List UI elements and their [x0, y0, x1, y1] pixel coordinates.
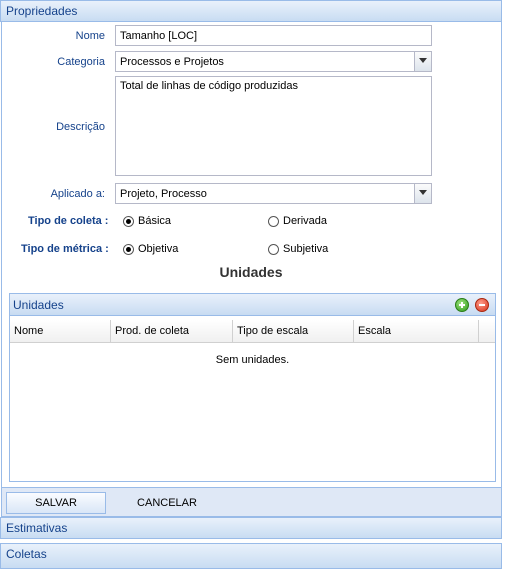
categoria-select[interactable]: Processos e Projetos — [115, 51, 432, 72]
remove-icon[interactable] — [475, 298, 489, 312]
aplicado-value: Projeto, Processo — [120, 188, 207, 200]
accordion-coletas[interactable]: Coletas — [0, 543, 502, 569]
radio-derivada-label: Derivada — [283, 215, 328, 227]
save-button[interactable]: SALVAR — [6, 492, 106, 514]
unidades-grid-header: Unidades — [10, 294, 495, 316]
chevron-down-icon[interactable] — [414, 184, 431, 203]
panel-header-propriedades[interactable]: Propriedades — [0, 0, 502, 22]
unidades-section-title: Unidades — [219, 264, 283, 280]
empty-grid-message: Sem unidades. — [215, 354, 290, 366]
radio-objetiva-label: Objetiva — [138, 243, 179, 255]
aplicado-label: Aplicado a: — [50, 188, 105, 200]
radio-basica-label: Básica — [138, 215, 172, 227]
nome-label: Nome — [75, 30, 105, 42]
column-header-nome[interactable]: Nome — [10, 320, 111, 342]
grid-column-headers: Nome Prod. de coleta Tipo de escala Esca… — [10, 320, 495, 343]
radio-objetiva[interactable]: Objetiva — [123, 243, 178, 255]
categoria-label: Categoria — [57, 56, 105, 68]
unidades-grid-panel: Unidades Nome Prod. de coleta Tipo de es… — [9, 293, 496, 482]
radio-unchecked-icon[interactable] — [268, 243, 279, 255]
aplicado-select[interactable]: Projeto, Processo — [115, 183, 432, 204]
tipo-metrica-label: Tipo de métrica : — [21, 243, 109, 255]
button-bar: SALVAR CANCELAR — [1, 487, 502, 517]
cancel-button[interactable]: CANCELAR — [117, 492, 217, 514]
radio-unchecked-icon[interactable] — [268, 215, 279, 227]
chevron-down-icon[interactable] — [414, 52, 431, 71]
radio-derivada[interactable]: Derivada — [268, 215, 327, 227]
unidades-grid-title: Unidades — [13, 298, 64, 312]
column-header-tipo-escala[interactable]: Tipo de escala — [233, 320, 354, 342]
tipo-coleta-label: Tipo de coleta : — [28, 215, 109, 227]
radio-subjetiva[interactable]: Subjetiva — [268, 243, 328, 255]
radio-checked-icon[interactable] — [123, 215, 134, 227]
radio-basica[interactable]: Básica — [123, 215, 171, 227]
descricao-textarea[interactable]: Total de linhas de código produzidas — [115, 76, 432, 176]
categoria-value: Processos e Projetos — [120, 56, 224, 68]
column-header-prod-coleta[interactable]: Prod. de coleta — [111, 320, 233, 342]
radio-checked-icon[interactable] — [123, 243, 134, 255]
accordion-estimativas[interactable]: Estimativas — [0, 517, 502, 539]
nome-input[interactable] — [115, 25, 432, 46]
column-header-escala[interactable]: Escala — [354, 320, 479, 342]
radio-subjetiva-label: Subjetiva — [283, 243, 329, 255]
descricao-label: Descrição — [56, 121, 105, 133]
add-icon[interactable] — [455, 298, 469, 312]
